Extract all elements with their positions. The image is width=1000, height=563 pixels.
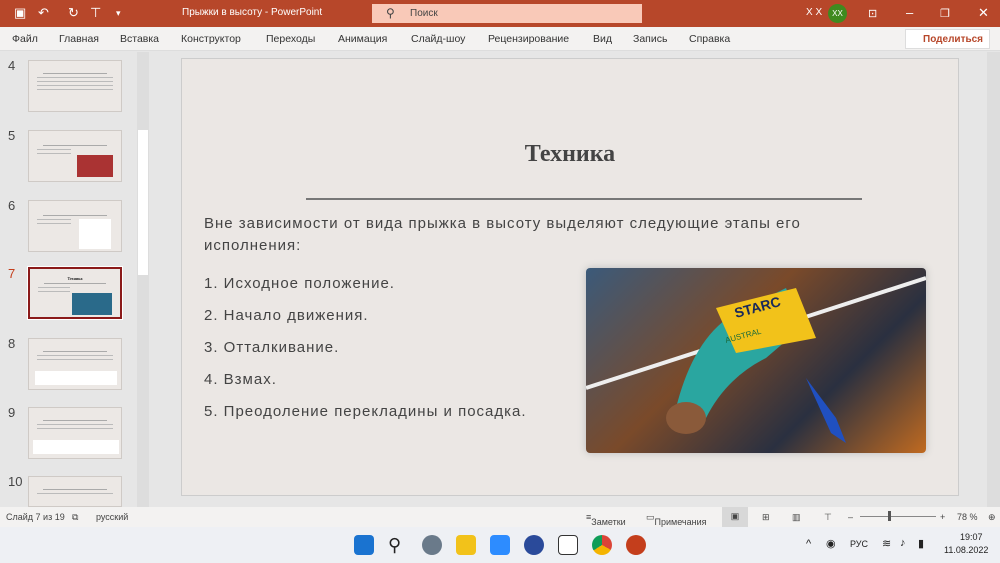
battery-icon[interactable]: ▮ bbox=[918, 537, 924, 550]
customize-toolbar-icon[interactable]: ▾ bbox=[116, 8, 121, 19]
start-icon[interactable] bbox=[354, 535, 374, 555]
normal-view-button[interactable]: ▣ bbox=[722, 507, 748, 527]
thumbnail-number: 10 bbox=[8, 474, 23, 489]
tab-slideshow[interactable]: Слайд-шоу bbox=[411, 33, 465, 45]
thumbnail-number: 8 bbox=[8, 336, 16, 351]
avatar[interactable]: XX bbox=[828, 4, 847, 23]
title-divider bbox=[306, 198, 862, 200]
zoom-level[interactable]: 78 % bbox=[957, 512, 978, 522]
editor-scrollbar[interactable] bbox=[987, 52, 1000, 507]
notes-button[interactable]: ≡ Заметки bbox=[586, 512, 626, 527]
zoom-out-button[interactable]: – bbox=[848, 512, 853, 522]
list-item[interactable]: 4. Взмах. bbox=[204, 371, 277, 388]
slide-thumbnail[interactable] bbox=[28, 407, 122, 459]
comments-button[interactable]: ▭ Примечания bbox=[646, 512, 706, 527]
tab-review[interactable]: Рецензирование bbox=[488, 33, 569, 45]
high-jump-photo[interactable]: STARC AUSTRAL bbox=[586, 268, 926, 453]
slide-thumbnail[interactable] bbox=[28, 476, 122, 507]
tab-record[interactable]: Запись bbox=[633, 33, 667, 45]
slide-title[interactable]: Техника bbox=[182, 141, 958, 168]
ribbon-tabs: Файл Главная Вставка Конструктор Переход… bbox=[0, 27, 1000, 51]
input-language[interactable]: РУС bbox=[850, 539, 868, 549]
zoom-slider[interactable] bbox=[860, 516, 936, 517]
thumbnail-number: 9 bbox=[8, 405, 16, 420]
show-hidden-icons[interactable]: ^ bbox=[806, 538, 811, 550]
tab-home[interactable]: Главная bbox=[59, 33, 99, 45]
zoom-slider-handle[interactable] bbox=[888, 511, 891, 521]
thumbnail-number: 5 bbox=[8, 128, 16, 143]
title-bar: ▣ ↶ ↻ ⊤ ▾ Прыжки в высоту - PowerPoint ⚲… bbox=[0, 0, 1000, 27]
zoom-in-button[interactable]: + bbox=[940, 512, 945, 522]
tab-file[interactable]: Файл bbox=[12, 33, 38, 45]
chart-app-icon[interactable] bbox=[558, 535, 578, 555]
thumbnails-scrollbar[interactable] bbox=[137, 52, 149, 507]
redo-icon[interactable]: ↻ bbox=[68, 5, 79, 21]
settings-icon[interactable] bbox=[422, 535, 442, 555]
taskbar: ⚲ ^ ◉ РУС ≋ ♪ ▮ 19:07 11.08.2022 bbox=[0, 527, 1000, 563]
restore-icon[interactable]: ❐ bbox=[940, 7, 950, 20]
vpn-app-icon[interactable] bbox=[524, 535, 544, 555]
tab-view[interactable]: Вид bbox=[593, 33, 612, 45]
powerpoint-icon[interactable] bbox=[626, 535, 646, 555]
list-item[interactable]: 1. Исходное положение. bbox=[204, 275, 395, 292]
slide-counter: Слайд 7 из 19 bbox=[6, 512, 65, 522]
share-label: Поделиться bbox=[923, 34, 984, 45]
slide-thumbnails-pane: 4 5 6 7 Техника 8 9 10 bbox=[0, 52, 150, 507]
slide-thumbnail[interactable] bbox=[28, 338, 122, 390]
tab-design[interactable]: Конструктор bbox=[181, 33, 241, 45]
accessibility-icon[interactable]: ⧉ bbox=[72, 512, 78, 523]
comments-label: Примечания bbox=[654, 517, 707, 527]
share-button[interactable]: Поделиться bbox=[905, 29, 990, 49]
present-icon[interactable]: ⊤ bbox=[90, 5, 101, 21]
slideshow-button[interactable]: ⊤ bbox=[824, 512, 832, 523]
thumbnail-title: Техника bbox=[67, 276, 83, 281]
list-item[interactable]: 3. Отталкивание. bbox=[204, 339, 339, 356]
volume-icon[interactable]: ♪ bbox=[900, 537, 906, 549]
fit-to-window-icon[interactable]: ⊕ bbox=[988, 512, 996, 523]
tab-transitions[interactable]: Переходы bbox=[266, 33, 315, 45]
notes-label: Заметки bbox=[591, 517, 626, 527]
slide-editor: Техника Вне зависимости от вида прыжка в… bbox=[151, 52, 987, 507]
list-item[interactable]: 5. Преодоление перекладины и посадка. bbox=[204, 403, 527, 420]
search-icon: ⚲ bbox=[386, 6, 395, 20]
athlete-image: STARC AUSTRAL bbox=[586, 276, 926, 443]
close-icon[interactable]: ✕ bbox=[978, 5, 989, 21]
slide-thumbnail-selected[interactable]: Техника bbox=[27, 266, 123, 320]
clock-time[interactable]: 19:07 bbox=[960, 532, 983, 542]
antivirus-icon[interactable]: ◉ bbox=[826, 537, 836, 550]
thumbnail-number: 6 bbox=[8, 198, 16, 213]
clock-date[interactable]: 11.08.2022 bbox=[944, 545, 988, 555]
language-status[interactable]: русский bbox=[96, 512, 128, 522]
slide-sorter-button[interactable]: ⊞ bbox=[762, 512, 770, 523]
file-explorer-icon[interactable] bbox=[456, 535, 476, 555]
tab-help[interactable]: Справка bbox=[689, 33, 730, 45]
slide-thumbnail[interactable] bbox=[28, 130, 122, 182]
list-item[interactable]: 2. Начало движения. bbox=[204, 307, 369, 324]
search-placeholder: Поиск bbox=[410, 8, 438, 19]
tab-animations[interactable]: Анимация bbox=[338, 33, 387, 45]
slide-thumbnail[interactable] bbox=[28, 60, 122, 112]
zoom-app-icon[interactable] bbox=[490, 535, 510, 555]
ribbon-display-icon[interactable]: ⊡ bbox=[868, 7, 877, 20]
slide-intro-text[interactable]: Вне зависимости от вида прыжка в высоту … bbox=[204, 213, 864, 257]
document-title: Прыжки в высоту - PowerPoint bbox=[182, 7, 323, 18]
scroll-thumb[interactable] bbox=[138, 130, 148, 275]
search-box[interactable]: ⚲ Поиск bbox=[372, 4, 642, 23]
undo-icon[interactable]: ↶ bbox=[38, 5, 49, 21]
tab-insert[interactable]: Вставка bbox=[120, 33, 159, 45]
thumbnail-number: 7 bbox=[8, 266, 16, 281]
minimize-icon[interactable]: – bbox=[906, 5, 913, 20]
status-bar: Слайд 7 из 19 ⧉ русский ≡ Заметки ▭ Прим… bbox=[0, 507, 1000, 527]
user-name: X X bbox=[806, 7, 823, 18]
chrome-icon[interactable] bbox=[592, 535, 612, 555]
search-taskbar-icon[interactable]: ⚲ bbox=[388, 535, 408, 555]
thumbnail-number: 4 bbox=[8, 58, 16, 73]
save-icon[interactable]: ▣ bbox=[14, 5, 26, 21]
slide-thumbnail[interactable] bbox=[28, 200, 122, 252]
reading-view-button[interactable]: ▥ bbox=[792, 512, 801, 523]
slide-canvas[interactable]: Техника Вне зависимости от вида прыжка в… bbox=[181, 58, 959, 496]
wifi-icon[interactable]: ≋ bbox=[882, 537, 891, 550]
